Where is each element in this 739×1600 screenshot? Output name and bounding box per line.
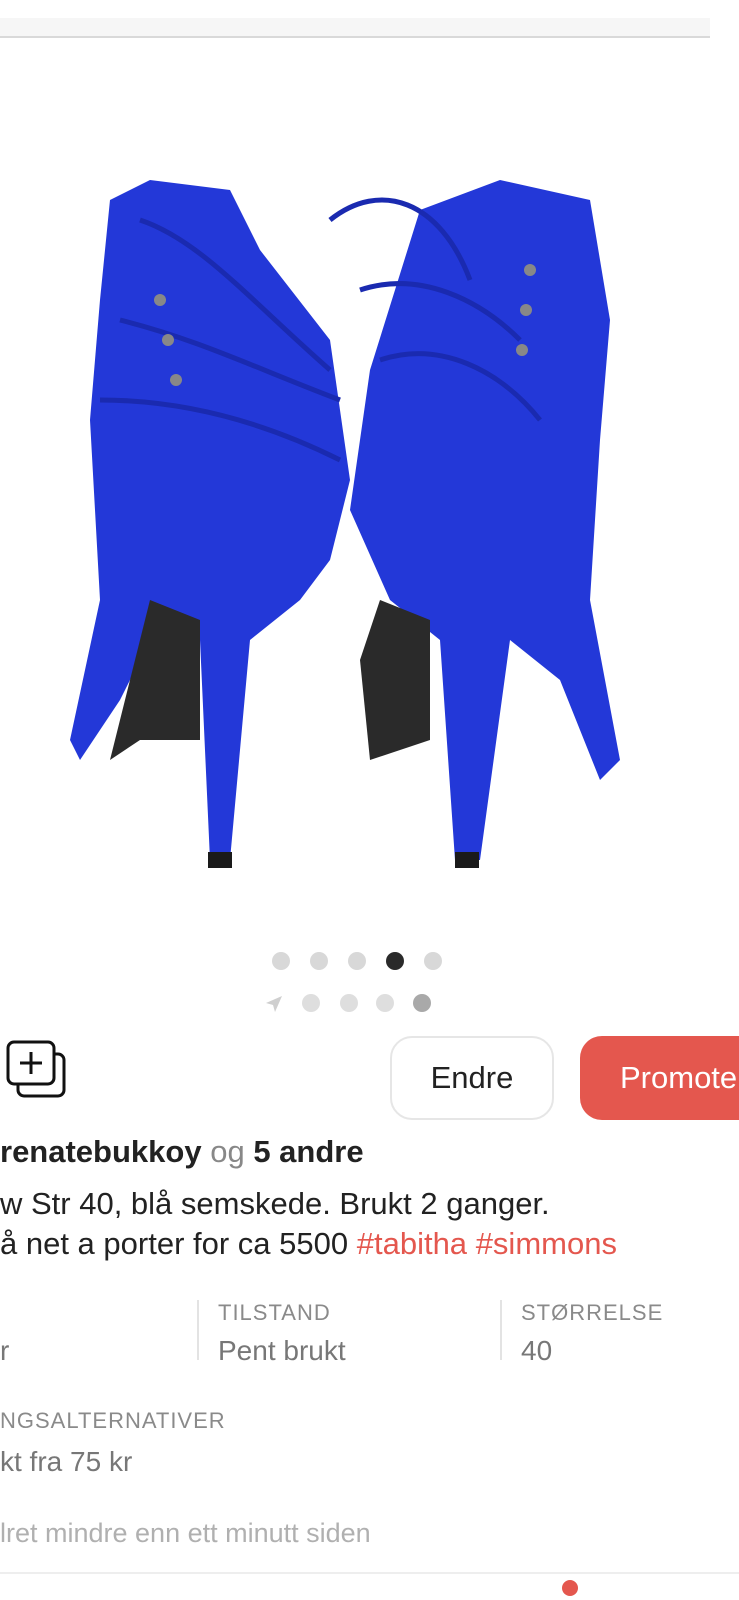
secondary-indicator [0,994,739,1014]
pager-dot[interactable] [272,952,290,970]
edit-button[interactable]: Endre [390,1036,554,1120]
likes-connector: og [210,1134,245,1169]
indicator-dot [376,994,394,1012]
promote-button[interactable]: Promote [580,1036,739,1120]
attribute-value-size: 40 [521,1335,553,1366]
shipping-value: kt fra 75 kr [0,1446,133,1477]
description-line-2: å net a porter for ca 5500 #tabitha #sim… [0,1224,617,1264]
indicator-dot [340,994,358,1012]
attribute-label-condition: TILSTAND [218,1300,331,1325]
add-to-collection-icon[interactable] [6,1040,68,1102]
hashtag-link[interactable]: #tabitha [357,1226,467,1261]
description-text: å net a porter for ca 5500 [0,1226,357,1261]
indicator-dot [413,994,431,1012]
pager-dot[interactable] [424,952,442,970]
top-divider [0,18,710,38]
attribute-divider [500,1300,502,1360]
attribute-label-size: STØRRELSE [521,1300,664,1325]
posted-time: lret mindre enn ett minutt siden [0,1518,371,1548]
product-photo[interactable] [0,40,739,940]
likes-summary[interactable]: renatebukkoy og 5 andre [0,1134,364,1170]
hashtag-link[interactable]: #simmons [476,1226,617,1261]
pager-dot[interactable] [348,952,366,970]
pager-dot-active[interactable] [386,952,404,970]
location-arrow-icon [266,996,282,1012]
bottom-nav-divider [0,1572,739,1574]
image-pager[interactable] [0,952,739,974]
notification-dot [562,1580,578,1596]
liker-username[interactable]: renatebukkoy [0,1134,202,1169]
description-line-1: w Str 40, blå semskede. Brukt 2 ganger. [0,1186,550,1221]
other-likers[interactable]: 5 andre [253,1134,363,1169]
attribute-value-condition: Pent brukt [218,1335,346,1366]
shipping-label: NGSALTERNATIVER [0,1408,226,1433]
pager-dot[interactable] [310,952,328,970]
attribute-value: r [0,1335,10,1366]
listing-description: w Str 40, blå semskede. Brukt 2 ganger. … [0,1184,617,1264]
attribute-divider [197,1300,199,1360]
indicator-dot [302,994,320,1012]
